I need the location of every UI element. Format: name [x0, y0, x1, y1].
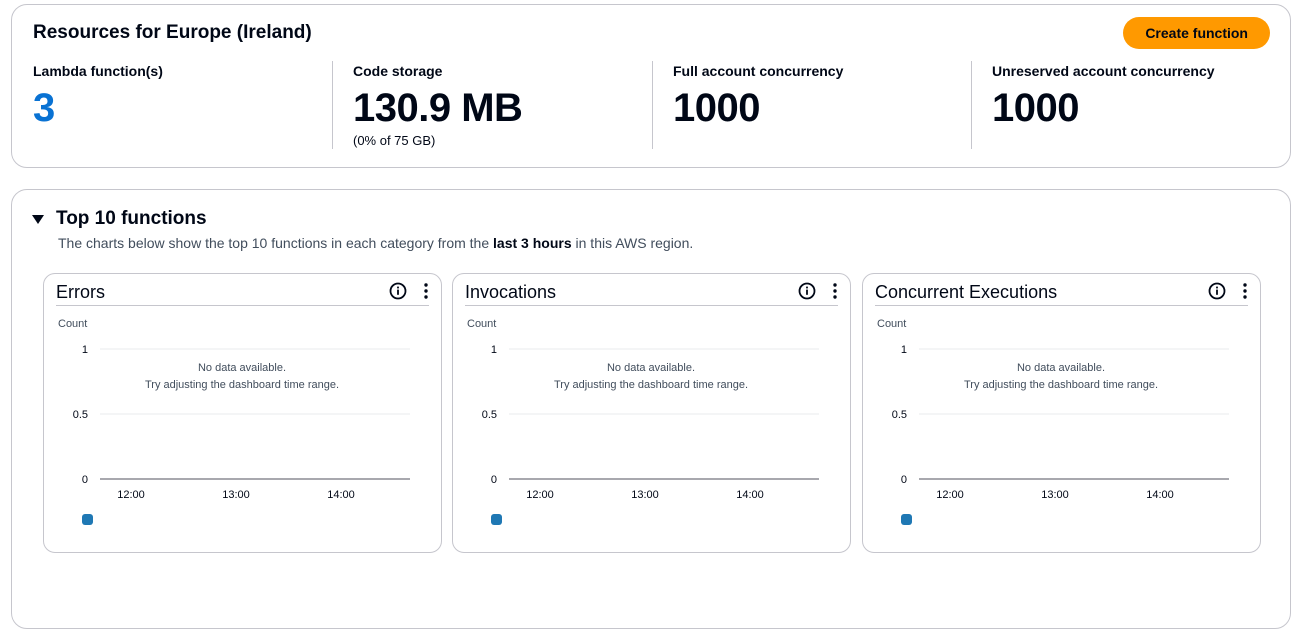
more-vertical-icon[interactable]: [1242, 282, 1248, 300]
x-tick-label: 14:00: [327, 489, 355, 501]
x-tick-label: 13:00: [222, 489, 250, 501]
legend-swatch: [82, 514, 93, 525]
widget-header: Invocations: [465, 274, 838, 306]
empty-state-hint: Try adjusting the dashboard time range.: [554, 379, 748, 391]
widget-title: Invocations: [465, 282, 557, 302]
desc-time-range: last 3 hours: [493, 235, 572, 251]
x-tick-label: 12:00: [936, 489, 964, 501]
divider: [971, 61, 972, 149]
stat-lambda-functions: Lambda function(s) 3: [33, 63, 163, 149]
widget-invocations: Invocations Count 1 0.5 0 12:00 13:00 14:00 No …: [452, 273, 851, 553]
desc-text: The charts below show the top 10 functio…: [58, 235, 494, 251]
stat-label: Lambda function(s): [33, 63, 163, 79]
x-tick-label: 13:00: [1041, 489, 1069, 501]
stat-full-concurrency: Full account concurrency 1000: [673, 63, 843, 149]
y-tick-label: 0.5: [892, 409, 907, 421]
y-tick-label: 1: [82, 344, 88, 356]
chart-errors: Count 1 0.5 0 12:00 13:00 14:00 No data availab…: [58, 318, 410, 525]
info-icon[interactable]: [1208, 282, 1226, 300]
desc-text: in this AWS region.: [571, 235, 694, 251]
top-functions-title: Top 10 functions: [56, 208, 207, 229]
empty-state-message: No data available.: [1017, 362, 1105, 374]
y-tick-label: 0: [901, 474, 907, 486]
lambda-count-link[interactable]: 3: [33, 87, 163, 129]
stat-label: Code storage: [353, 63, 443, 79]
top-functions-header[interactable]: Top 10 functions: [32, 208, 207, 230]
x-tick-label: 12:00: [526, 489, 554, 501]
info-icon[interactable]: [389, 282, 407, 300]
legend-swatch: [491, 514, 502, 525]
y-axis-label: Count: [467, 318, 496, 330]
y-tick-label: 1: [491, 344, 497, 356]
legend-swatch: [901, 514, 912, 525]
top-functions-description: The charts below show the top 10 functio…: [58, 235, 693, 251]
y-tick-label: 0: [491, 474, 497, 486]
empty-state-hint: Try adjusting the dashboard time range.: [964, 379, 1158, 391]
stat-label: Unreserved account concurrency: [992, 63, 1215, 79]
y-tick-label: 0.5: [73, 409, 88, 421]
widget-header: Concurrent Executions: [875, 274, 1248, 306]
more-vertical-icon[interactable]: [832, 282, 838, 300]
empty-state-message: No data available.: [198, 362, 286, 374]
widget-title: Errors: [56, 282, 105, 302]
stat-subtext: (0% of 75 GB): [353, 133, 436, 148]
stat-value: 1000: [673, 86, 760, 130]
resources-panel: Resources for Europe (Ireland) Create fu…: [11, 4, 1291, 168]
x-tick-label: 13:00: [631, 489, 659, 501]
stat-unreserved-concurrency: Unreserved account concurrency 1000: [992, 63, 1215, 149]
y-tick-label: 0.5: [482, 409, 497, 421]
widget-concurrent-executions: Concurrent Executions Count 1 0.5 0 12:00 13:…: [862, 273, 1261, 553]
y-tick-label: 0: [82, 474, 88, 486]
widget-title: Concurrent Executions: [875, 282, 1058, 302]
top-functions-panel: Top 10 functions The charts below show t…: [11, 189, 1291, 629]
divider: [332, 61, 333, 149]
stat-value: 1000: [992, 86, 1079, 130]
widget-errors: Errors Count 1 0.5 0 12:00 13:00 14:00 No data …: [43, 273, 442, 553]
chart-invocations: Count 1 0.5 0 12:00 13:00 14:00 No data availab…: [467, 318, 819, 525]
chart-concurrent-executions: Count 1 0.5 0 12:00 13:00 14:00 No data availab…: [877, 318, 1229, 525]
divider: [652, 61, 653, 149]
resources-title: Resources for Europe (Ireland): [33, 22, 312, 43]
y-axis-label: Count: [877, 318, 906, 330]
info-icon[interactable]: [798, 282, 816, 300]
caret-down-icon[interactable]: [32, 214, 44, 224]
empty-state-message: No data available.: [607, 362, 695, 374]
x-tick-label: 12:00: [117, 489, 145, 501]
stat-value: 130.9 MB: [353, 86, 523, 130]
y-tick-label: 1: [901, 344, 907, 356]
more-vertical-icon[interactable]: [423, 282, 429, 300]
create-function-button[interactable]: Create function: [1123, 17, 1270, 49]
widget-header: Errors: [56, 274, 429, 306]
stat-code-storage: Code storage 130.9 MB (0% of 75 GB): [353, 63, 523, 149]
x-tick-label: 14:00: [736, 489, 764, 501]
x-tick-label: 14:00: [1146, 489, 1174, 501]
stat-label: Full account concurrency: [673, 63, 844, 79]
empty-state-hint: Try adjusting the dashboard time range.: [145, 379, 339, 391]
y-axis-label: Count: [58, 318, 87, 330]
